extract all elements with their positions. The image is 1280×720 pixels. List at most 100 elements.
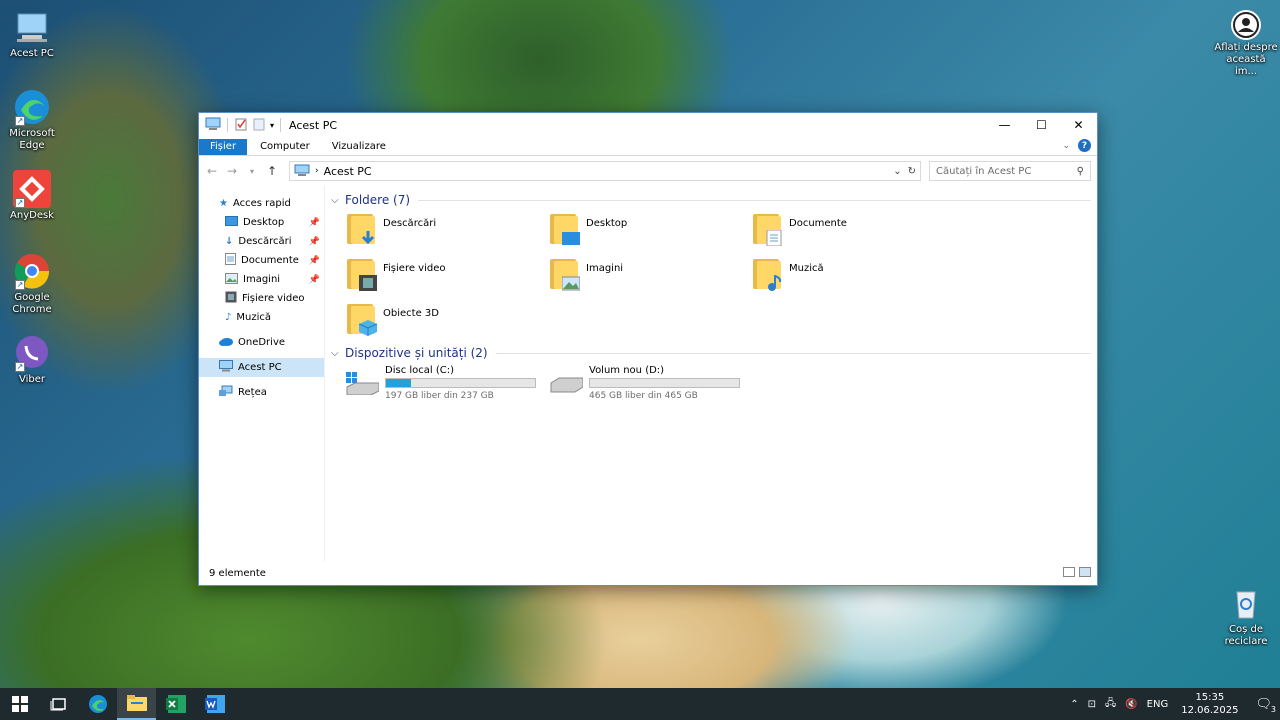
separator bbox=[227, 118, 228, 132]
desktop-icon-anydesk[interactable]: ↗ AnyDesk bbox=[0, 170, 64, 222]
taskbar-excel[interactable] bbox=[156, 688, 195, 720]
sidebar-item-label: Acces rapid bbox=[232, 198, 291, 209]
window-controls: — ☐ ✕ bbox=[986, 113, 1097, 137]
group-title: Foldere (7) bbox=[345, 193, 411, 207]
desktop-icon-label: AnyDesk bbox=[10, 210, 54, 221]
desktop-icon-edge[interactable]: ↗ Microsoft Edge bbox=[0, 88, 64, 152]
expand-ribbon-chevron-icon[interactable]: ⌄ bbox=[1062, 141, 1070, 151]
volume-muted-icon[interactable]: 🔇 bbox=[1125, 699, 1137, 710]
folder-downloads[interactable]: Descărcări bbox=[345, 210, 548, 255]
maximize-button[interactable]: ☐ bbox=[1023, 113, 1060, 137]
computer-icon bbox=[294, 164, 310, 179]
address-bar[interactable]: › Acest PC ⌄ ↻ bbox=[289, 161, 921, 181]
breadcrumb[interactable]: Acest PC bbox=[324, 165, 372, 178]
pin-icon: 📌 bbox=[308, 255, 320, 266]
word-icon bbox=[204, 695, 225, 713]
collapse-chevron-icon[interactable]: ⌵ bbox=[331, 348, 345, 359]
sidebar-item-quick-access[interactable]: ★ Acces rapid bbox=[199, 194, 324, 213]
item-count: 9 elemente bbox=[209, 567, 266, 579]
group-title: Dispozitive și unități (2) bbox=[345, 346, 488, 360]
drive-c[interactable]: Disc local (C:) 197 GB liber din 237 GB bbox=[345, 365, 536, 401]
breadcrumb-separator-icon[interactable]: › bbox=[315, 166, 319, 176]
desktop-icon-recycle-bin[interactable]: Coș de reciclare bbox=[1214, 584, 1278, 648]
folder-grid: Descărcări Desktop Documente Fișiere vid… bbox=[331, 210, 1091, 345]
drive-label: Volum nou (D:) bbox=[589, 365, 665, 376]
shortcut-arrow-icon: ↗ bbox=[15, 280, 25, 290]
desktop-icon-spotlight[interactable]: Aflați despre această im... bbox=[1214, 10, 1278, 78]
forward-button[interactable]: → bbox=[225, 164, 239, 178]
clock[interactable]: 15:35 12.06.2025 bbox=[1181, 691, 1238, 717]
pin-icon: 📌 bbox=[308, 236, 320, 247]
sidebar-item-label: OneDrive bbox=[238, 337, 286, 348]
group-header-folders[interactable]: ⌵ Foldere (7) bbox=[331, 190, 1091, 210]
address-history-chevron-icon[interactable]: ⌄ bbox=[893, 166, 901, 177]
folder-documents[interactable]: Documente bbox=[751, 210, 954, 255]
start-button[interactable] bbox=[0, 688, 39, 720]
tab-computer[interactable]: Computer bbox=[249, 139, 321, 155]
details-view-icon[interactable] bbox=[1063, 567, 1075, 577]
sidebar-item-label: Imagini bbox=[243, 274, 281, 285]
sidebar-item-videos[interactable]: Fișiere video bbox=[199, 289, 324, 308]
sidebar-item-onedrive[interactable]: OneDrive bbox=[199, 333, 324, 352]
folder-label: Fișiere video bbox=[383, 263, 446, 274]
desktop-icon-this-pc[interactable]: Acest PC bbox=[0, 8, 64, 60]
taskbar-edge[interactable] bbox=[78, 688, 117, 720]
network-icon[interactable]: 🖧 bbox=[1105, 696, 1116, 713]
refresh-icon[interactable]: ↻ bbox=[908, 166, 916, 177]
properties-icon[interactable] bbox=[234, 117, 248, 134]
network-icon bbox=[219, 385, 233, 400]
sidebar-item-pictures[interactable]: Imagini 📌 bbox=[199, 270, 324, 289]
minimize-button[interactable]: — bbox=[986, 113, 1023, 137]
taskbar-word[interactable] bbox=[195, 688, 234, 720]
new-folder-icon[interactable] bbox=[252, 117, 266, 134]
up-button[interactable]: ↑ bbox=[265, 164, 279, 178]
status-bar: 9 elemente bbox=[199, 562, 1097, 584]
language-indicator[interactable]: ENG bbox=[1147, 699, 1169, 710]
film-icon bbox=[225, 291, 237, 306]
drive-usage-bar bbox=[385, 378, 536, 388]
sidebar-item-desktop[interactable]: Desktop 📌 bbox=[199, 213, 324, 232]
sidebar-item-documents[interactable]: Documente 📌 bbox=[199, 251, 324, 270]
sidebar-item-downloads[interactable]: ↓ Descărcări 📌 bbox=[199, 232, 324, 251]
folder-label: Muzică bbox=[789, 263, 824, 274]
system-tray: ⌃ ⊡ 🖧 🔇 ENG 15:35 12.06.2025 🗨 3 bbox=[1070, 691, 1280, 717]
desktop-icon-chrome[interactable]: ↗ Google Chrome bbox=[0, 252, 64, 316]
sidebar-item-music[interactable]: ♪ Muzică bbox=[199, 308, 324, 327]
tab-file[interactable]: Fișier bbox=[199, 139, 248, 155]
recent-locations-chevron-icon[interactable]: ▾ bbox=[245, 167, 259, 176]
usb-device-icon[interactable]: ⊡ bbox=[1088, 699, 1096, 710]
window-title: Acest PC bbox=[289, 118, 338, 132]
folder-3d-objects[interactable]: Obiecte 3D bbox=[345, 300, 548, 345]
task-view-button[interactable] bbox=[39, 688, 78, 720]
navigation-bar: ← → ▾ ↑ › Acest PC ⌄ ↻ Căutați în Acest … bbox=[199, 156, 1097, 186]
drive-list: Disc local (C:) 197 GB liber din 237 GB … bbox=[331, 365, 1091, 401]
document-icon bbox=[225, 253, 236, 268]
folder-pictures[interactable]: Imagini bbox=[548, 255, 751, 300]
desktop-icon-viber[interactable]: ↗ Viber bbox=[0, 334, 64, 386]
large-icons-view-icon[interactable] bbox=[1079, 567, 1091, 577]
back-button[interactable]: ← bbox=[205, 164, 219, 178]
excel-icon bbox=[165, 695, 186, 713]
desktop-icon-label: Viber bbox=[18, 374, 45, 385]
search-input[interactable]: Căutați în Acest PC ⚲ bbox=[929, 161, 1091, 181]
notifications-icon[interactable]: 🗨 3 bbox=[1255, 697, 1276, 714]
help-icon[interactable]: ? bbox=[1078, 139, 1091, 152]
group-header-devices[interactable]: ⌵ Dispozitive și unități (2) bbox=[331, 343, 1091, 363]
customize-toolbar-chevron-icon[interactable]: ▾ bbox=[270, 121, 274, 130]
show-hidden-icons-chevron-icon[interactable]: ⌃ bbox=[1070, 699, 1078, 710]
tab-view[interactable]: Vizualizare bbox=[321, 139, 397, 155]
sidebar-item-network[interactable]: Rețea bbox=[199, 383, 324, 402]
close-button[interactable]: ✕ bbox=[1060, 113, 1097, 137]
computer-icon bbox=[205, 117, 221, 134]
folder-desktop[interactable]: Desktop bbox=[548, 210, 751, 255]
folder-music[interactable]: Muzică bbox=[751, 255, 954, 300]
folder-videos[interactable]: Fișiere video bbox=[345, 255, 548, 300]
drive-d[interactable]: Volum nou (D:) 465 GB liber din 465 GB bbox=[549, 365, 740, 401]
taskbar-file-explorer[interactable] bbox=[117, 688, 156, 720]
hard-drive-icon bbox=[549, 365, 584, 395]
clock-time: 15:35 bbox=[1195, 692, 1225, 703]
sidebar-item-this-pc[interactable]: Acest PC bbox=[199, 358, 324, 377]
desktop-icon-label: Aflați despre această im... bbox=[1214, 42, 1278, 77]
file-explorer-window: ▾ Acest PC — ☐ ✕ Fișier Computer Vizuali… bbox=[198, 112, 1098, 586]
collapse-chevron-icon[interactable]: ⌵ bbox=[331, 195, 345, 206]
